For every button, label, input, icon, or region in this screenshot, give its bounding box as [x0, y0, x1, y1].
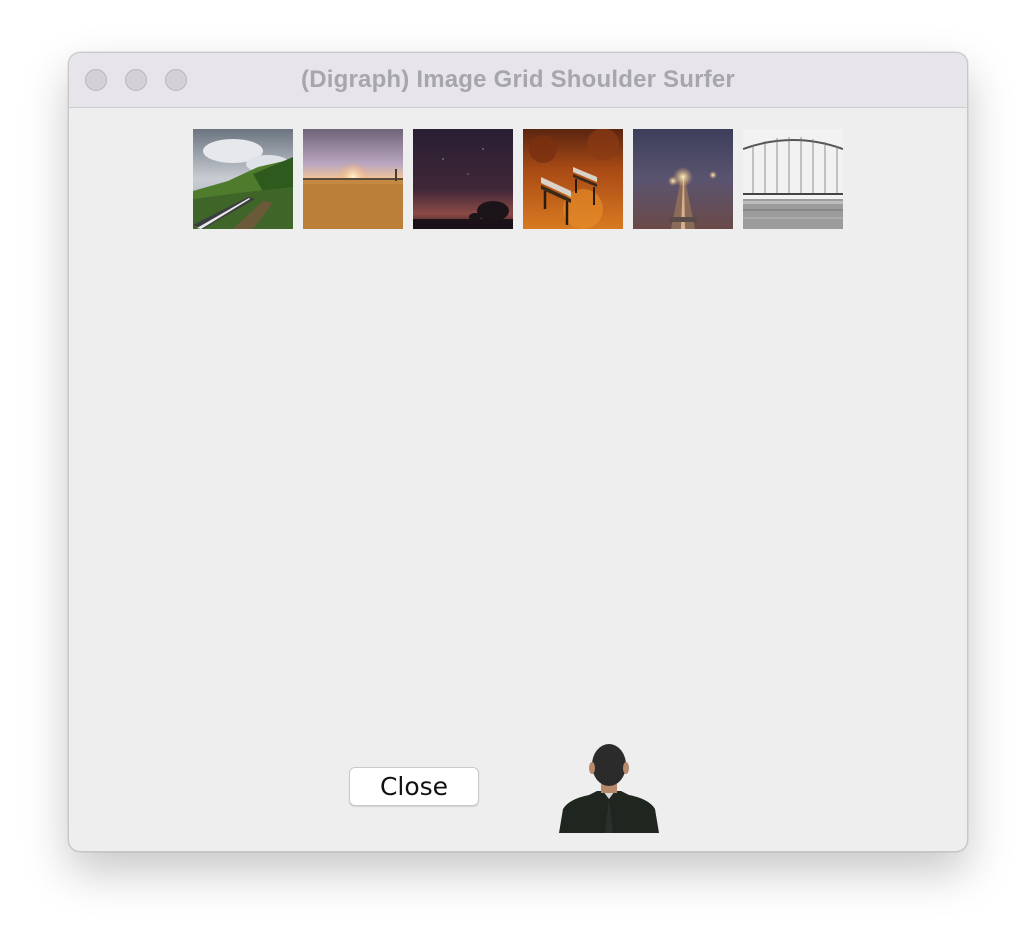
app-window: (Digraph) Image Grid Shoulder Surfer Clo…	[68, 52, 968, 852]
window-title: (Digraph) Image Grid Shoulder Surfer	[301, 66, 735, 93]
image-grid-item-2[interactable]	[303, 129, 403, 229]
image-grid-item-1[interactable]	[193, 129, 293, 229]
image-grid	[193, 129, 843, 229]
image-grid-item-6[interactable]	[743, 129, 843, 229]
image-grid-item-4[interactable]	[523, 129, 623, 229]
image-grid-item-5[interactable]	[633, 129, 733, 229]
close-button[interactable]: Close	[349, 767, 479, 806]
shoulder-surfer-icon	[559, 744, 659, 833]
title-bar[interactable]: (Digraph) Image Grid Shoulder Surfer	[69, 53, 967, 108]
image-grid-item-3[interactable]	[413, 129, 513, 229]
